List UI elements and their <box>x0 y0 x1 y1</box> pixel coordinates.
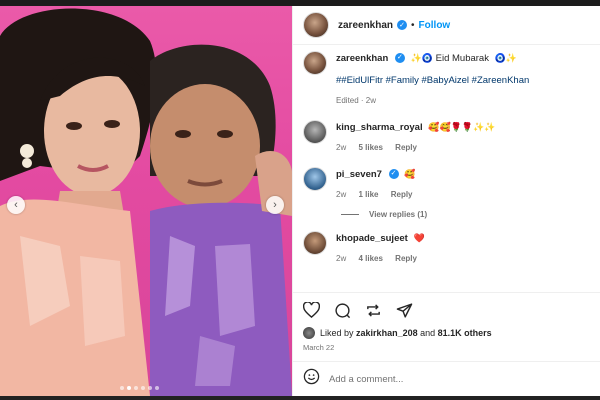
prev-photo-button[interactable]: ‹ <box>7 196 25 214</box>
carousel-dot <box>120 386 124 390</box>
comment-text: 🥰🥰🌹🌹✨✨ <box>428 122 496 132</box>
comment-username[interactable]: khopade_sujeet <box>336 233 408 244</box>
next-photo-button[interactable]: › <box>266 196 284 214</box>
heart-icon[interactable] <box>303 302 320 318</box>
verified-icon: ✓ <box>394 53 405 64</box>
post-date: March 22 <box>303 343 335 352</box>
comment-icon[interactable] <box>334 302 351 319</box>
caption-emoji-post: 🧿✨ <box>494 53 518 63</box>
comment-time: 2w <box>336 254 347 263</box>
carousel-dot <box>134 386 138 390</box>
caption-edited: Edited · 2w <box>336 96 377 105</box>
caption-text: Eid Mubarak <box>435 53 489 64</box>
verified-icon: ✓ <box>388 169 399 180</box>
view-replies-button[interactable]: View replies (1) <box>341 210 590 219</box>
comment-text: ❤️ <box>413 233 425 243</box>
comments-list: zareenkhan ✓ ✨🧿 Eid Mubarak 🧿✨ ##EidUlFi… <box>293 51 600 278</box>
comment-item: khopade_sujeet ❤️ 2w 4 likes Reply <box>303 231 590 266</box>
author-username[interactable]: zareenkhan <box>338 20 393 31</box>
view-replies-label: View replies (1) <box>369 210 428 219</box>
commenter-avatar[interactable] <box>303 120 327 144</box>
comment-username[interactable]: pi_seven7 <box>336 169 382 180</box>
comment-reply-button[interactable]: Reply <box>391 190 413 199</box>
commenter-avatar[interactable] <box>303 231 327 255</box>
caption-hashtags[interactable]: ##EidUlFitr #Family #BabyAizel #ZareenKh… <box>336 74 529 88</box>
bottom-strip <box>0 396 600 400</box>
likes-joiner: and <box>420 328 436 338</box>
add-comment-input[interactable]: Add a comment... <box>329 374 403 385</box>
comment-time: 2w <box>336 190 347 199</box>
liker-avatar <box>303 327 315 339</box>
likes-prefix: Liked by <box>320 328 354 338</box>
photo-illustration <box>0 8 292 396</box>
comment-username[interactable]: king_sharma_royal <box>336 122 423 133</box>
add-comment-bar: Add a comment... <box>293 361 600 396</box>
repost-icon[interactable] <box>365 302 382 319</box>
comment-likes[interactable]: 4 likes <box>358 254 382 263</box>
caption-avatar[interactable] <box>303 51 327 75</box>
liker-username[interactable]: zakirkhan_208 <box>356 328 418 338</box>
post-header: zareenkhan ✓ • Follow <box>293 6 600 45</box>
comment-likes[interactable]: 1 like <box>358 190 378 199</box>
follow-button[interactable]: Follow <box>419 20 451 31</box>
carousel-dot <box>148 386 152 390</box>
comment-text: 🥰 <box>404 169 416 179</box>
caption: zareenkhan ✓ ✨🧿 Eid Mubarak 🧿✨ ##EidUlFi… <box>303 51 590 108</box>
carousel-dot <box>155 386 159 390</box>
commenter-avatar[interactable] <box>303 167 327 191</box>
comment-item: king_sharma_royal 🥰🥰🌹🌹✨✨ 2w 5 likes Repl… <box>303 120 590 155</box>
caption-username[interactable]: zareenkhan <box>336 53 388 64</box>
carousel-dot <box>127 386 131 390</box>
likes-summary[interactable]: Liked by zakirkhan_208 and 81.1K others <box>303 327 590 339</box>
caption-emoji-pre: ✨🧿 <box>410 53 433 63</box>
chevron-left-icon: ‹ <box>14 199 18 211</box>
likes-others[interactable]: 81.1K others <box>438 328 492 338</box>
verified-icon: ✓ <box>397 20 408 30</box>
post-photo[interactable]: ‹ › <box>0 6 292 396</box>
comment-item: pi_seven7 ✓ 🥰 2w 1 like Reply <box>303 167 590 202</box>
post-dialog: ‹ › zareenkhan ✓ • Follow zareenkhan ✓ ✨… <box>0 6 600 396</box>
emoji-icon[interactable] <box>303 368 320 390</box>
carousel-dot <box>141 386 145 390</box>
post-actions: Liked by zakirkhan_208 and 81.1K others … <box>293 292 600 352</box>
comment-reply-button[interactable]: Reply <box>395 254 417 263</box>
comment-time: 2w <box>336 143 347 152</box>
replies-divider <box>341 214 359 215</box>
comment-likes[interactable]: 5 likes <box>358 143 382 152</box>
comment-reply-button[interactable]: Reply <box>395 143 417 152</box>
carousel-dots <box>120 386 159 390</box>
share-icon[interactable] <box>396 302 413 319</box>
chevron-right-icon: › <box>273 199 277 211</box>
separator-dot: • <box>411 19 415 31</box>
post-side-panel: zareenkhan ✓ • Follow zareenkhan ✓ ✨🧿 Ei… <box>292 6 600 396</box>
author-avatar[interactable] <box>303 12 329 38</box>
